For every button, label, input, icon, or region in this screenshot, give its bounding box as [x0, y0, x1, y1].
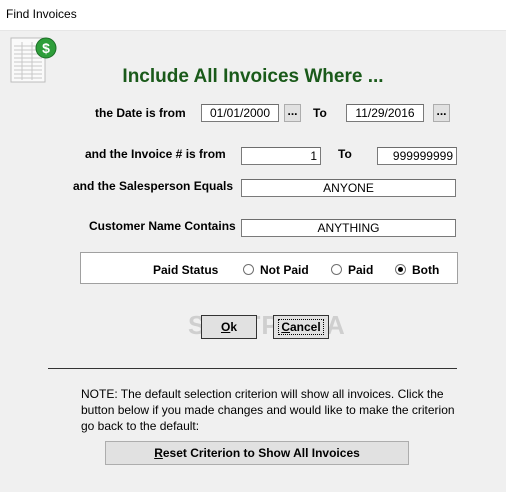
date-from-picker-button[interactable]: ... [284, 104, 301, 122]
date-to-label: To [313, 106, 327, 120]
reset-criterion-button[interactable]: Reset Criterion to Show All Invoices [105, 441, 409, 465]
salesperson-field[interactable]: ANYONE [241, 179, 456, 197]
paid-label[interactable]: Paid [348, 263, 373, 277]
window-title: Find Invoices [6, 7, 77, 21]
date-to-picker-button[interactable]: ... [433, 104, 450, 122]
not-paid-label[interactable]: Not Paid [260, 263, 309, 277]
date-from-label: the Date is from [95, 106, 186, 120]
date-from-field[interactable]: 01/01/2000 [201, 104, 279, 122]
customer-name-field[interactable]: ANYTHING [241, 219, 456, 237]
paid-status-label: Paid Status [153, 263, 219, 277]
separator-line [48, 368, 457, 369]
ok-button-label: k [230, 320, 238, 334]
cancel-button-label: ancel [289, 320, 321, 334]
reset-button-label: eset Criterion to Show All Invoices [162, 446, 360, 460]
both-radio[interactable] [395, 264, 406, 275]
cancel-focus-rect: Cancel [278, 319, 324, 335]
note-text: NOTE: The default selection criterion wi… [81, 387, 455, 433]
invoice-to-label: To [338, 147, 352, 161]
cancel-button[interactable]: Cancel [273, 315, 329, 339]
customer-name-label: Customer Name Contains [89, 219, 236, 233]
svg-text:$: $ [42, 40, 50, 56]
not-paid-radio[interactable] [243, 264, 254, 275]
date-to-field[interactable]: 11/29/2016 [346, 104, 424, 122]
cancel-button-access-key: C [281, 320, 290, 334]
invoice-from-field[interactable]: 1 [241, 147, 321, 165]
ok-button[interactable]: Ok [201, 315, 257, 339]
invoice-from-label: and the Invoice # is from [85, 147, 226, 161]
paid-radio[interactable] [331, 264, 342, 275]
both-label[interactable]: Both [412, 263, 439, 277]
ok-button-access-key: O [220, 320, 231, 334]
reset-access-key: R [154, 446, 163, 460]
dialog-heading: Include All Invoices Where ... [122, 66, 384, 87]
invoice-to-field[interactable]: 999999999 [377, 147, 457, 165]
salesperson-label: and the Salesperson Equals [73, 179, 234, 193]
title-bar: Find Invoices [0, 0, 506, 31]
